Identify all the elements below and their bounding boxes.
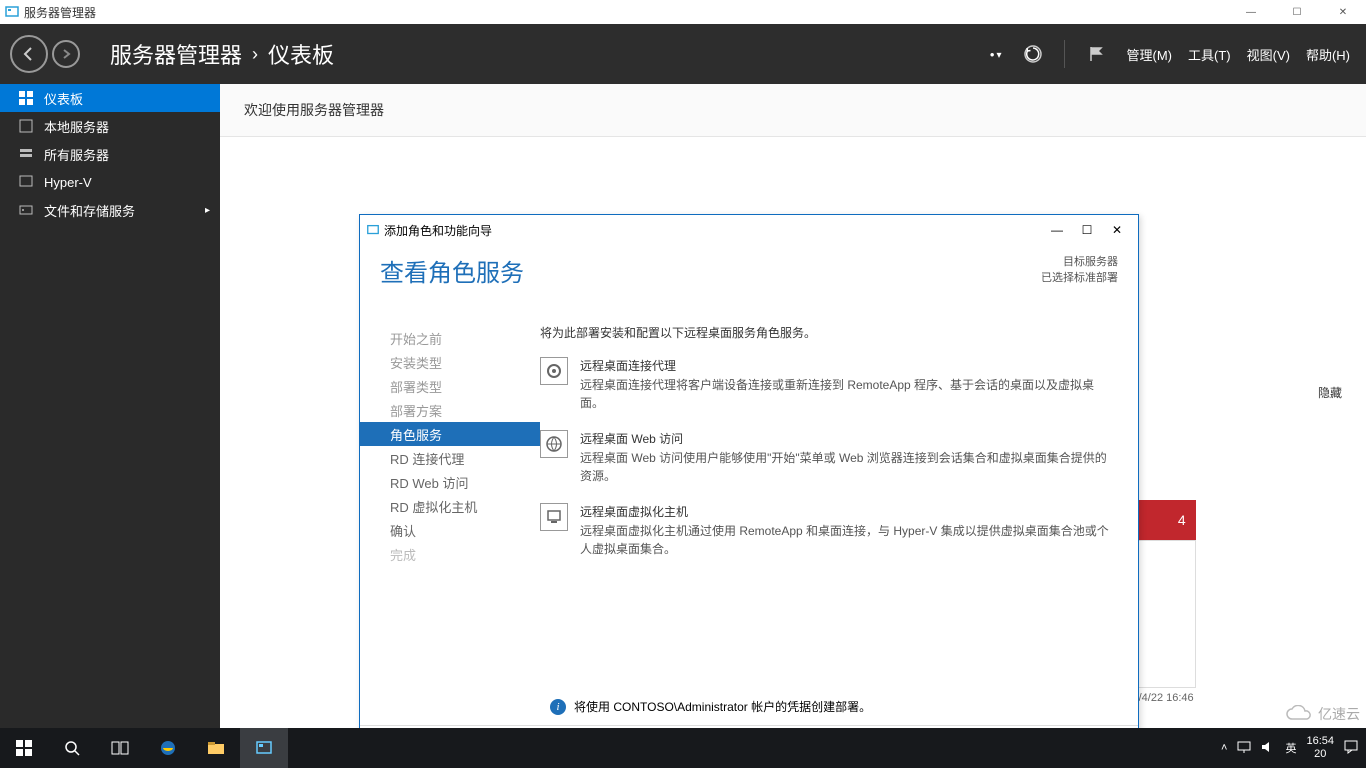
nav-forward-button[interactable] (52, 40, 80, 68)
window-maximize-button[interactable]: ☐ (1274, 0, 1320, 24)
main-panel: 欢迎使用服务器管理器 隐藏 2018/4/22 16:46 2018/4/22 … (220, 84, 1366, 768)
wizard-info-text: 将使用 CONTOSO\Administrator 帐户的凭据创建部署。 (574, 698, 871, 715)
tray-up-icon[interactable]: ˄ (1221, 742, 1227, 754)
role-connection-broker: 远程桌面连接代理 远程桌面连接代理将客户端设备连接或重新连接到 RemoteAp… (540, 357, 1118, 412)
broker-icon (540, 357, 568, 385)
taskbar-server-manager[interactable] (240, 728, 288, 768)
hide-link[interactable]: 隐藏 (1318, 384, 1342, 401)
role-description: 远程桌面 Web 访问使用户能够使用"开始"菜单或 Web 浏览器连接到会话集合… (580, 449, 1118, 485)
nav-label: 所有服务器 (44, 145, 109, 164)
volume-icon[interactable] (1261, 741, 1275, 756)
target-server-label: 目标服务器 (1041, 253, 1118, 269)
server-icon (18, 118, 34, 134)
breadcrumb: 服务器管理器 › 仪表板 (110, 38, 334, 70)
step-role-services[interactable]: 角色服务 (360, 422, 540, 446)
role-web-access: 远程桌面 Web 访问 远程桌面 Web 访问使用户能够使用"开始"菜单或 We… (540, 430, 1118, 485)
hyperv-icon (18, 174, 34, 190)
network-icon[interactable] (1237, 741, 1251, 756)
menu-manage[interactable]: 管理(M) (1127, 45, 1173, 64)
refresh-button[interactable] (1018, 39, 1048, 69)
header-dropdown[interactable]: •▾ (990, 47, 1002, 62)
taskbar-explorer[interactable] (192, 728, 240, 768)
wizard-lead-text: 将为此部署安装和配置以下远程桌面服务角色服务。 (540, 324, 1118, 341)
dialog-minimize-button[interactable]: — (1042, 223, 1072, 237)
dialog-close-button[interactable]: ✕ (1102, 223, 1132, 237)
nav-back-button[interactable] (10, 35, 48, 73)
nav-storage[interactable]: 文件和存储服务 ▸ (0, 196, 220, 224)
step-confirm[interactable]: 确认 (360, 518, 540, 542)
step-rd-broker[interactable]: RD 连接代理 (360, 446, 540, 470)
globe-icon (540, 430, 568, 458)
watermark-text: 亿速云 (1318, 704, 1360, 724)
action-center-icon[interactable] (1344, 740, 1358, 757)
role-heading: 远程桌面 Web 访问 (580, 430, 1118, 447)
step-before[interactable]: 开始之前 (360, 326, 540, 350)
clock-time: 16:54 (1306, 735, 1334, 748)
role-heading: 远程桌面虚拟化主机 (580, 503, 1118, 520)
cloud-icon (1284, 705, 1314, 723)
notifications-flag-icon[interactable] (1081, 39, 1111, 69)
step-deploy-plan[interactable]: 部署方案 (360, 398, 540, 422)
add-roles-wizard-dialog: 添加角色和功能向导 — ☐ ✕ 查看角色服务 目标服务器 已选择标准部署 开始之… (359, 214, 1139, 768)
step-rd-virt[interactable]: RD 虚拟化主机 (360, 494, 540, 518)
chevron-right-icon: ▸ (205, 205, 210, 216)
app-title: 服务器管理器 (24, 4, 96, 21)
step-rd-web[interactable]: RD Web 访问 (360, 470, 540, 494)
app-header: 服务器管理器 › 仪表板 •▾ 管理(M) 工具(T) 视图(V) 帮助(H) (0, 24, 1366, 84)
app-icon (366, 223, 380, 237)
nav-label: 仪表板 (44, 89, 83, 108)
step-done: 完成 (360, 542, 540, 566)
dialog-maximize-button[interactable]: ☐ (1072, 223, 1102, 237)
os-titlebar: 服务器管理器 — ☐ ✕ (0, 0, 1366, 24)
role-virtualization-host: 远程桌面虚拟化主机 远程桌面虚拟化主机通过使用 RemoteApp 和桌面连接，… (540, 503, 1118, 558)
target-server-value: 已选择标准部署 (1041, 269, 1118, 285)
left-nav: 仪表板 本地服务器 所有服务器 Hyper-V 文件和存储服务 ▸ (0, 84, 220, 768)
role-heading: 远程桌面连接代理 (580, 357, 1118, 374)
breadcrumb-leaf[interactable]: 仪表板 (268, 38, 334, 70)
window-minimize-button[interactable]: — (1228, 0, 1274, 24)
task-view-button[interactable] (96, 728, 144, 768)
nav-label: 文件和存储服务 (44, 201, 135, 220)
storage-icon (18, 202, 34, 218)
taskbar: ˄ 英 16:54 20 (0, 728, 1366, 768)
wizard-info-line: i 将使用 CONTOSO\Administrator 帐户的凭据创建部署。 (550, 698, 871, 715)
chevron-right-icon: › (252, 44, 258, 65)
wizard-content: 将为此部署安装和配置以下远程桌面服务角色服务。 远程桌面连接代理 远程桌面连接代… (540, 296, 1138, 725)
search-button[interactable] (48, 728, 96, 768)
wizard-heading: 查看角色服务 (380, 253, 524, 288)
nav-label: Hyper-V (44, 175, 92, 190)
breadcrumb-root[interactable]: 服务器管理器 (110, 38, 242, 70)
step-install-type[interactable]: 安装类型 (360, 350, 540, 374)
watermark: 亿速云 (1284, 704, 1360, 724)
ime-indicator[interactable]: 英 (1285, 740, 1296, 756)
menu-tools[interactable]: 工具(T) (1188, 45, 1231, 64)
nav-all-servers[interactable]: 所有服务器 (0, 140, 220, 168)
nav-label: 本地服务器 (44, 117, 109, 136)
host-icon (540, 503, 568, 531)
info-icon: i (550, 699, 566, 715)
role-description: 远程桌面连接代理将客户端设备连接或重新连接到 RemoteApp 程序、基于会话… (580, 376, 1118, 412)
nav-local-server[interactable]: 本地服务器 (0, 112, 220, 140)
wizard-steps: 开始之前 安装类型 部署类型 部署方案 角色服务 RD 连接代理 RD Web … (360, 296, 540, 725)
dashboard-icon (18, 90, 34, 106)
nav-dashboard[interactable]: 仪表板 (0, 84, 220, 112)
tray-clock[interactable]: 16:54 20 (1306, 735, 1334, 761)
clock-date: 20 (1306, 748, 1334, 761)
window-close-button[interactable]: ✕ (1320, 0, 1366, 24)
separator (1064, 40, 1065, 68)
app-icon (4, 4, 20, 20)
tile-count: 4 (1178, 512, 1186, 528)
taskbar-ie[interactable] (144, 728, 192, 768)
servers-icon (18, 146, 34, 162)
start-button[interactable] (0, 728, 48, 768)
welcome-heading: 欢迎使用服务器管理器 (220, 84, 1366, 137)
nav-hyperv[interactable]: Hyper-V (0, 168, 220, 196)
menu-view[interactable]: 视图(V) (1247, 45, 1290, 64)
dialog-title: 添加角色和功能向导 (384, 222, 492, 239)
role-description: 远程桌面虚拟化主机通过使用 RemoteApp 和桌面连接，与 Hyper-V … (580, 522, 1118, 558)
step-deploy-type[interactable]: 部署类型 (360, 374, 540, 398)
menu-help[interactable]: 帮助(H) (1306, 45, 1350, 64)
